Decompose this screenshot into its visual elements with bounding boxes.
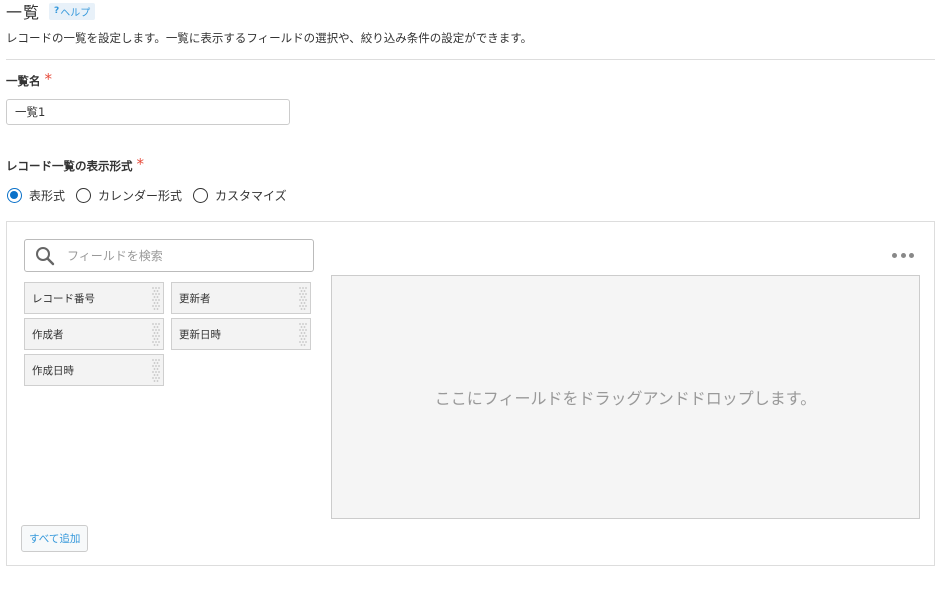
field-item-created-at[interactable]: 作成日時 <box>24 354 164 386</box>
help-link[interactable]: ? ヘルプ <box>49 2 96 20</box>
search-icon <box>36 246 55 265</box>
field-item-label: レコード番号 <box>32 292 95 305</box>
radio-unselected-icon[interactable] <box>193 187 209 203</box>
help-label: ヘルプ <box>60 7 91 19</box>
add-all-button[interactable]: すべて追加 <box>21 525 89 552</box>
radio-calendar-format[interactable]: カレンダー形式 <box>76 187 182 204</box>
radio-label: カスタマイズ <box>215 188 287 203</box>
title-row: 一覧 ? ヘルプ <box>6 0 96 22</box>
drag-handle-icon[interactable] <box>151 321 160 347</box>
field-item-label: 更新者 <box>179 292 211 305</box>
field-item-label: 作成者 <box>32 328 64 341</box>
help-icon: ? <box>54 6 60 16</box>
field-search-box[interactable] <box>24 239 314 272</box>
more-dot <box>892 252 897 258</box>
more-dot <box>900 252 906 258</box>
drop-zone-text: ここにフィールドをドラッグアンドドロップします。 <box>434 389 817 408</box>
list-name-input[interactable] <box>6 99 290 125</box>
display-format-label-text: レコード一覧の表示形式 <box>6 159 133 173</box>
field-item-label: 作成日時 <box>32 364 74 377</box>
page-title: 一覧 <box>6 3 41 22</box>
more-dot <box>909 252 914 258</box>
radio-label: カレンダー形式 <box>98 188 183 203</box>
display-format-label: レコード一覧の表示形式 * <box>6 155 145 175</box>
page-description: レコードの一覧を設定します。一覧に表示するフィールドの選択や、絞り込み条件の設定… <box>6 31 533 45</box>
radio-unselected-icon[interactable] <box>76 187 92 203</box>
field-search-input[interactable] <box>65 247 289 264</box>
radio-selected-icon[interactable] <box>7 187 22 203</box>
list-name-label-text: 一覧名 <box>6 74 41 88</box>
display-format-radio-group: 表形式 カレンダー形式 カスタマイズ <box>7 185 298 205</box>
field-item-record-number[interactable]: レコード番号 <box>24 282 164 314</box>
field-item-created-by[interactable]: 作成者 <box>24 318 164 350</box>
divider <box>6 59 935 60</box>
required-mark: * <box>136 155 145 173</box>
required-mark: * <box>44 70 53 88</box>
field-item-updated-by[interactable]: 更新者 <box>171 282 311 314</box>
field-editor-panel: レコード番号 更新者 <box>6 221 935 566</box>
field-item-label: 更新日時 <box>179 328 221 341</box>
radio-table-format[interactable]: 表形式 <box>7 187 65 204</box>
field-drop-zone[interactable]: ここにフィールドをドラッグアンドドロップします。 <box>331 275 920 519</box>
drag-handle-icon[interactable] <box>151 357 160 383</box>
radio-custom-format[interactable]: カスタマイズ <box>193 187 287 204</box>
list-settings-page: 一覧 ? ヘルプ レコードの一覧を設定します。一覧に表示するフィールドの選択や、… <box>0 0 943 589</box>
more-options-button[interactable] <box>892 250 914 260</box>
drag-handle-icon[interactable] <box>298 321 307 347</box>
radio-label: 表形式 <box>29 188 66 203</box>
list-name-label: 一覧名 * <box>6 70 53 90</box>
drag-handle-icon[interactable] <box>151 285 160 311</box>
field-item-updated-at[interactable]: 更新日時 <box>171 318 311 350</box>
drag-handle-icon[interactable] <box>298 285 307 311</box>
